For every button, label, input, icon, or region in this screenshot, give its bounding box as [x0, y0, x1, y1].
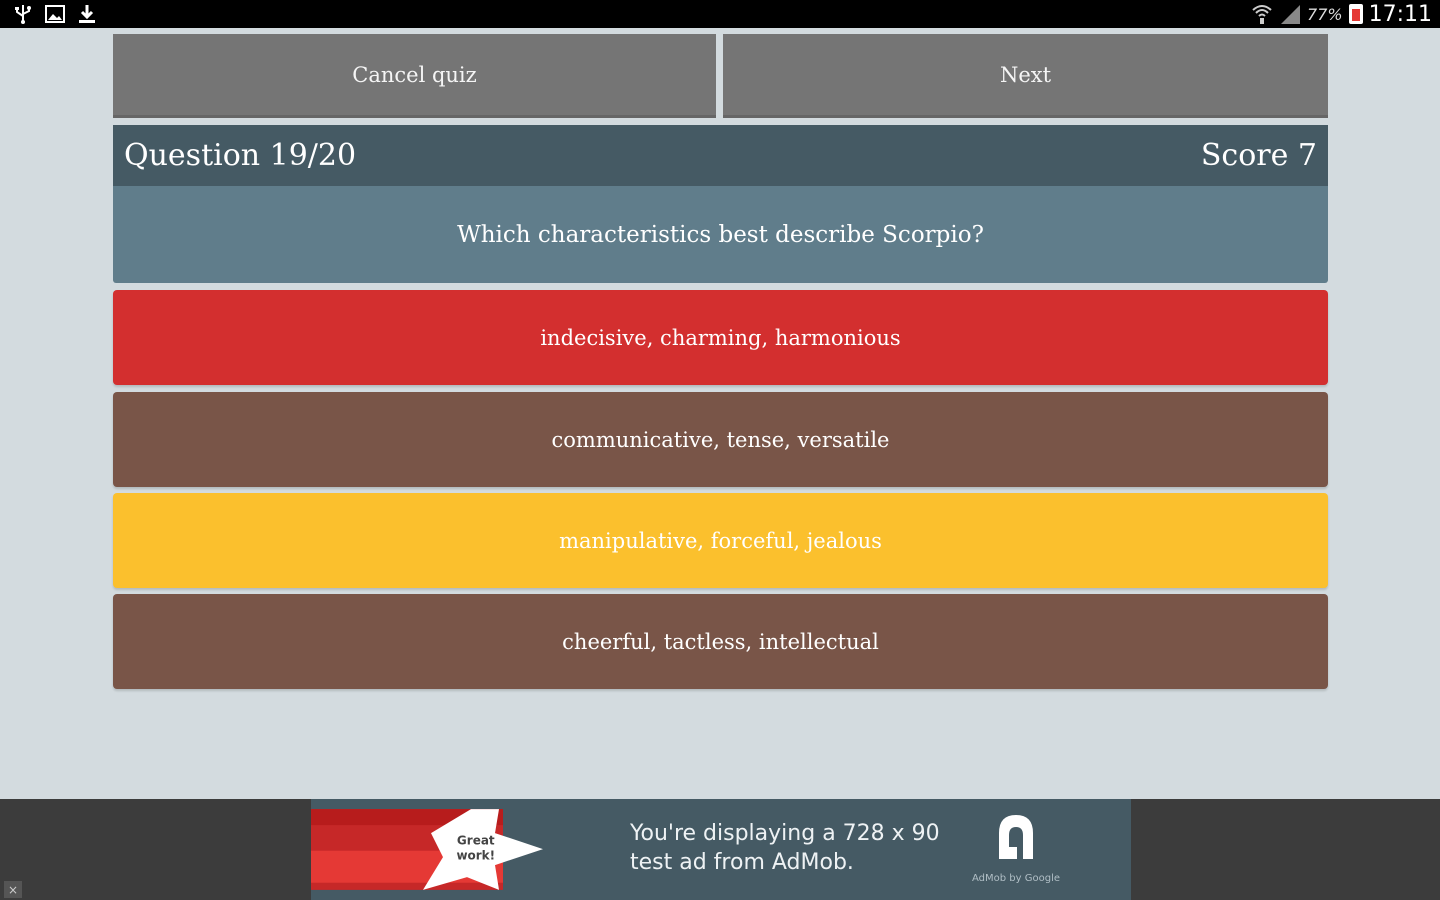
ad-line-2: test ad from AdMob. — [630, 850, 854, 875]
admob-caption: AdMob by Google — [972, 873, 1060, 884]
ad-line-1: You're displaying a 728 x 90 — [630, 821, 940, 846]
usb-icon — [12, 3, 34, 25]
battery-percentage: 77% — [1307, 4, 1343, 24]
next-button[interactable]: Next — [723, 34, 1328, 118]
ad-banner[interactable]: Great work! You're displaying a 728 x 90… — [311, 799, 1131, 900]
answer-option-3[interactable]: manipulative, forceful, jealous — [113, 493, 1328, 588]
answer-option-2[interactable]: communicative, tense, versatile — [113, 392, 1328, 487]
question-header: Question 19/20 Score 7 — [113, 125, 1328, 186]
ad-badge-line-1: Great — [457, 833, 495, 847]
answer-option-1[interactable]: indecisive, charming, harmonious — [113, 290, 1328, 385]
ad-star-graphic: Great work! — [311, 809, 543, 890]
signal-icon — [1279, 3, 1301, 25]
ad-text: You're displaying a 728 x 90 test ad fro… — [630, 819, 940, 877]
score-label: Score 7 — [1200, 138, 1317, 173]
status-bar: 77% 17:11 — [0, 0, 1440, 28]
clock: 17:11 — [1368, 1, 1432, 27]
admob-logo: AdMob by Google — [971, 811, 1061, 884]
cancel-quiz-button[interactable]: Cancel quiz — [113, 34, 716, 118]
ad-badge-line-2: work! — [456, 849, 495, 863]
admob-icon — [999, 815, 1033, 859]
question-counter: Question 19/20 — [124, 138, 357, 173]
question-text: Which characteristics best describe Scor… — [113, 186, 1328, 283]
image-icon — [44, 3, 66, 25]
answer-option-4[interactable]: cheerful, tactless, intellectual — [113, 594, 1328, 689]
ad-close-button[interactable]: × — [4, 881, 22, 898]
download-icon — [76, 3, 98, 25]
battery-icon — [1348, 4, 1363, 24]
wifi-icon — [1251, 3, 1273, 25]
